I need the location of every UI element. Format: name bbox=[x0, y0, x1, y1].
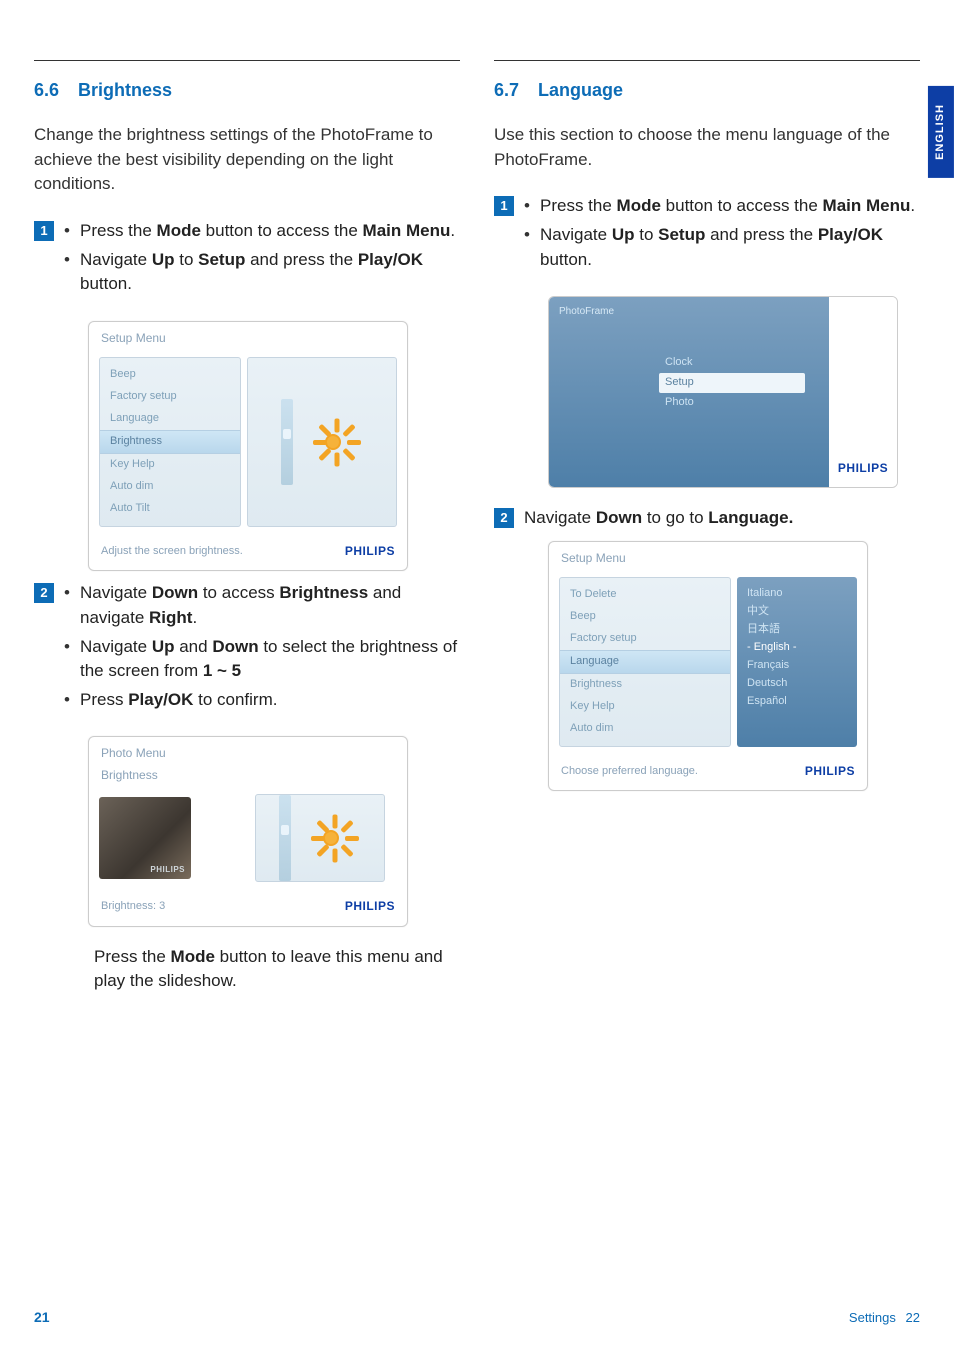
menu-item: Brightness bbox=[560, 674, 730, 696]
photo-thumbnail bbox=[99, 797, 191, 879]
menu-item: Language bbox=[100, 408, 240, 430]
language-option: 日本語 bbox=[747, 621, 847, 639]
step-index-2: 2 bbox=[34, 583, 54, 603]
rule bbox=[494, 60, 920, 61]
philips-logo: PHILIPS bbox=[805, 763, 855, 780]
bullet: Navigate Up to Setup and press the Play/… bbox=[524, 223, 920, 272]
step-1-left: 1 Press the Mode button to access the Ma… bbox=[34, 219, 460, 311]
language-option: 中文 bbox=[747, 603, 847, 621]
bullet: Press Play/OK to confirm. bbox=[64, 688, 460, 713]
brightness-adjust-panel: Photo Menu Brightness bbox=[88, 736, 408, 926]
mode-main-menu-panel: PhotoFrame ClockSetupPhoto PHILIPS bbox=[548, 296, 898, 488]
sun-icon bbox=[301, 808, 361, 868]
step2-bullets: Navigate Down to access Brightness and n… bbox=[64, 581, 460, 712]
panel-title-photo: Photo Menu bbox=[89, 737, 407, 766]
heading-6-6: 6.6 Brightness bbox=[34, 77, 460, 103]
heading-title: Brightness bbox=[78, 80, 172, 100]
menu-item: Beep bbox=[560, 606, 730, 628]
menu-item: Brightness bbox=[100, 430, 240, 454]
intro-6-7: Use this section to choose the menu lang… bbox=[494, 123, 920, 172]
sun-icon bbox=[303, 412, 363, 472]
mode-header: PhotoFrame bbox=[559, 305, 614, 320]
step1-bullets: Press the Mode button to access the Main… bbox=[64, 219, 460, 297]
menu-item: Key Help bbox=[100, 454, 240, 476]
panel-title: Setup Menu bbox=[89, 322, 407, 351]
mode-row: Clock bbox=[659, 353, 805, 373]
setup-menu-panel-brightness: Setup Menu BeepFactory setupLanguageBrig… bbox=[88, 321, 408, 571]
heading-num: 6.6 bbox=[34, 80, 59, 100]
heading-title: Language bbox=[538, 80, 623, 100]
tail-6-6: Press the Mode button to leave this menu… bbox=[94, 945, 460, 994]
page-number-right: 22 bbox=[906, 1310, 920, 1325]
bullet: Navigate Up to Setup and press the Play/… bbox=[64, 248, 460, 297]
language-option: Français bbox=[747, 657, 847, 675]
panel-footer-text: Adjust the screen brightness. bbox=[101, 544, 243, 560]
intro-6-6: Change the brightness settings of the Ph… bbox=[34, 123, 460, 197]
menu-item: Factory setup bbox=[560, 628, 730, 650]
menu-list: BeepFactory setupLanguageBrightnessKey H… bbox=[99, 357, 241, 527]
bullet: Navigate Up and Down to select the brigh… bbox=[64, 635, 460, 684]
step2-text: Navigate Down to go to Language. bbox=[524, 506, 920, 531]
step-index-2: 2 bbox=[494, 508, 514, 528]
page-footer-right: Settings 22 bbox=[849, 1309, 920, 1328]
language-list: Italiano中文日本語- English -FrançaisDeutschE… bbox=[737, 577, 857, 747]
step-2-left: 2 Navigate Down to access Brightness and… bbox=[34, 581, 460, 726]
menu-item: Auto dim bbox=[100, 476, 240, 498]
side-tab-english: ENGLISH bbox=[928, 86, 954, 178]
language-option: Italiano bbox=[747, 585, 847, 603]
brightness-slider-icon bbox=[281, 399, 293, 485]
panel-footer-text: Brightness: 3 bbox=[101, 899, 165, 915]
bullet: Press the Mode button to access the Main… bbox=[524, 194, 920, 219]
step1-bullets: Press the Mode button to access the Main… bbox=[524, 194, 920, 272]
language-option: Español bbox=[747, 693, 847, 711]
mode-row: Photo bbox=[659, 393, 805, 413]
step-2-right: 2 Navigate Down to go to Language. bbox=[494, 506, 920, 531]
heading-num: 6.7 bbox=[494, 80, 519, 100]
mode-row: Setup bbox=[659, 373, 805, 393]
heading-6-7: 6.7 Language bbox=[494, 77, 920, 103]
brightness-slider-icon bbox=[279, 795, 291, 881]
language-option: Deutsch bbox=[747, 675, 847, 693]
bullet: Navigate Down to access Brightness and n… bbox=[64, 581, 460, 630]
menu-list: To DeleteBeepFactory setupLanguageBright… bbox=[559, 577, 731, 747]
step-index-1: 1 bbox=[34, 221, 54, 241]
menu-item: Auto Tilt bbox=[100, 498, 240, 520]
philips-logo: PHILIPS bbox=[838, 460, 888, 477]
setup-menu-panel-language: Setup Menu To DeleteBeepFactory setupLan… bbox=[548, 541, 868, 791]
panel-title-brightness: Brightness bbox=[89, 767, 407, 788]
step-1-right: 1 Press the Mode button to access the Ma… bbox=[494, 194, 920, 286]
footer-label: Settings bbox=[849, 1310, 896, 1325]
panel-footer-text: Choose preferred language. bbox=[561, 764, 698, 780]
brightness-preview2 bbox=[255, 794, 385, 882]
menu-item: Key Help bbox=[560, 696, 730, 718]
philips-logo: PHILIPS bbox=[345, 898, 395, 915]
page-number-left: 21 bbox=[34, 1307, 50, 1327]
panel-title: Setup Menu bbox=[549, 542, 867, 571]
rule bbox=[34, 60, 460, 61]
page-columns: 6.6 Brightness Change the brightness set… bbox=[0, 0, 954, 1002]
photo-preview bbox=[99, 794, 249, 882]
menu-item: To Delete bbox=[560, 584, 730, 606]
left-column: 6.6 Brightness Change the brightness set… bbox=[34, 60, 460, 1002]
menu-item: Auto dim bbox=[560, 718, 730, 740]
menu-item: Beep bbox=[100, 364, 240, 386]
mode-menu-list: ClockSetupPhoto bbox=[659, 353, 805, 413]
brightness-preview bbox=[247, 357, 397, 527]
page-footer: 21 Settings 22 bbox=[34, 1307, 920, 1328]
bullet: Press the Mode button to access the Main… bbox=[64, 219, 460, 244]
right-column: 6.7 Language Use this section to choose … bbox=[494, 60, 920, 1002]
step-index-1: 1 bbox=[494, 196, 514, 216]
philips-logo: PHILIPS bbox=[345, 543, 395, 560]
menu-item: Factory setup bbox=[100, 386, 240, 408]
language-option: - English - bbox=[747, 639, 847, 657]
menu-item: Language bbox=[560, 650, 730, 674]
